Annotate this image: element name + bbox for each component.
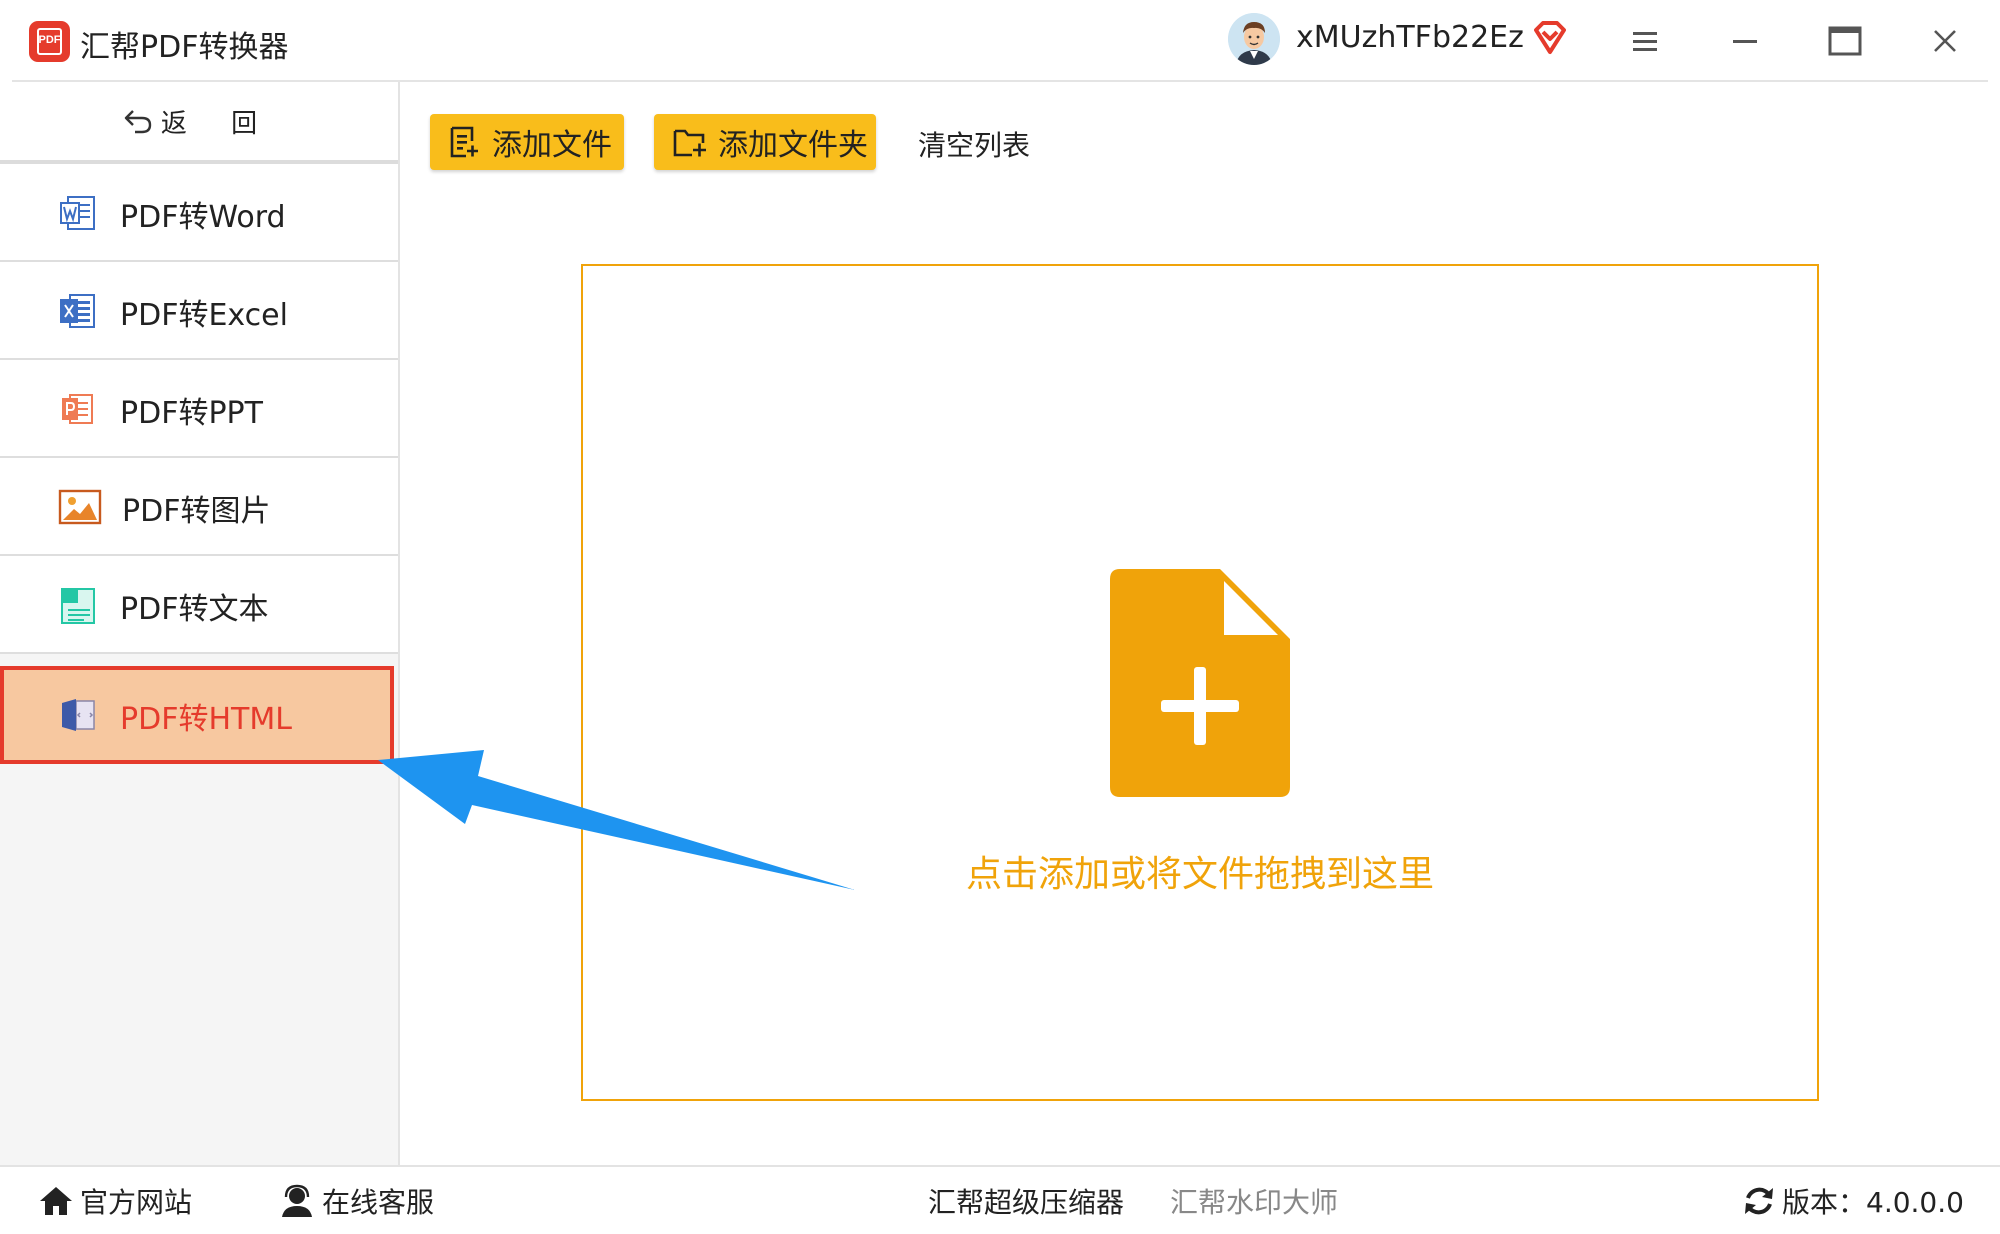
version-info: 版本：4.0.0.0 (1742, 1178, 1964, 1224)
close-icon[interactable] (1917, 13, 1973, 69)
pointer-arrow-annotation (378, 750, 855, 890)
image-icon (58, 487, 102, 527)
sidebar-item-label: PDF转HTML (120, 702, 292, 737)
add-file-label: 添加文件 (492, 128, 612, 163)
add-folder-icon (673, 129, 706, 157)
official-site-link[interactable]: 官方网站 (38, 1178, 192, 1224)
back-arrow-icon (124, 110, 152, 134)
maximize-icon[interactable] (1817, 13, 1873, 69)
minimize-icon[interactable] (1717, 13, 1773, 69)
menu-icon[interactable] (1617, 13, 1673, 69)
sidebar-item-pdf-to-html[interactable]: PDF转HTML (0, 666, 394, 764)
add-folder-button[interactable]: 添加文件夹 (654, 114, 876, 170)
add-folder-label: 添加文件夹 (718, 128, 868, 163)
vip-diamond-icon[interactable] (1530, 18, 1570, 58)
version-label: 版本：4.0.0.0 (1782, 1186, 1964, 1219)
word-icon (58, 193, 98, 233)
sidebar-item-label: PDF转Word (120, 200, 286, 235)
username[interactable]: xMUzhTFb22Ez (1296, 20, 1524, 55)
back-button[interactable]: 返 回 (0, 82, 398, 160)
sidebar-item-label: PDF转文本 (120, 592, 269, 627)
html-icon (58, 695, 98, 735)
add-file-large-icon[interactable] (1110, 569, 1290, 797)
sidebar-item-pdf-to-image[interactable]: PDF转图片 (0, 458, 398, 556)
sidebar-item-pdf-to-word[interactable]: PDF转Word (0, 164, 398, 262)
support-agent-icon (282, 1184, 312, 1217)
text-icon (58, 585, 98, 625)
sidebar-item-label: PDF转Excel (120, 298, 288, 333)
app-title: 汇帮PDF转换器 (80, 30, 289, 65)
sidebar-item-label: PDF转图片 (122, 494, 271, 529)
app-logo-icon: PDF (29, 21, 70, 62)
avatar[interactable] (1228, 13, 1280, 65)
watermark-app-link[interactable]: 汇帮水印大师 (1170, 1178, 1338, 1224)
compressor-app-link[interactable]: 汇帮超级压缩器 (928, 1178, 1124, 1224)
back-label: 返 回 (160, 108, 276, 139)
sidebar-item-pdf-to-text[interactable]: PDF转文本 (0, 556, 398, 654)
add-file-icon (450, 126, 478, 158)
official-site-label: 官方网站 (80, 1186, 193, 1219)
online-support-link[interactable]: 在线客服 (278, 1178, 434, 1224)
app-logo-text: PDF (38, 34, 61, 46)
drop-hint-text: 点击添加或将文件拖拽到这里 (965, 854, 1434, 895)
clear-list-button[interactable]: 清空列表 (918, 124, 1030, 164)
sidebar-item-pdf-to-ppt[interactable]: PDF转PPT (0, 360, 398, 458)
refresh-icon (1745, 1187, 1773, 1215)
sidebar-item-pdf-to-excel[interactable]: PDF转Excel (0, 262, 398, 360)
sidebar-item-label: PDF转PPT (120, 396, 263, 431)
excel-icon (58, 291, 98, 331)
online-support-label: 在线客服 (322, 1186, 435, 1219)
ppt-icon (58, 389, 98, 429)
sidebar-divider (398, 82, 400, 1165)
add-file-button[interactable]: 添加文件 (430, 114, 624, 170)
title-bar (0, 0, 2000, 80)
home-icon (40, 1187, 72, 1215)
